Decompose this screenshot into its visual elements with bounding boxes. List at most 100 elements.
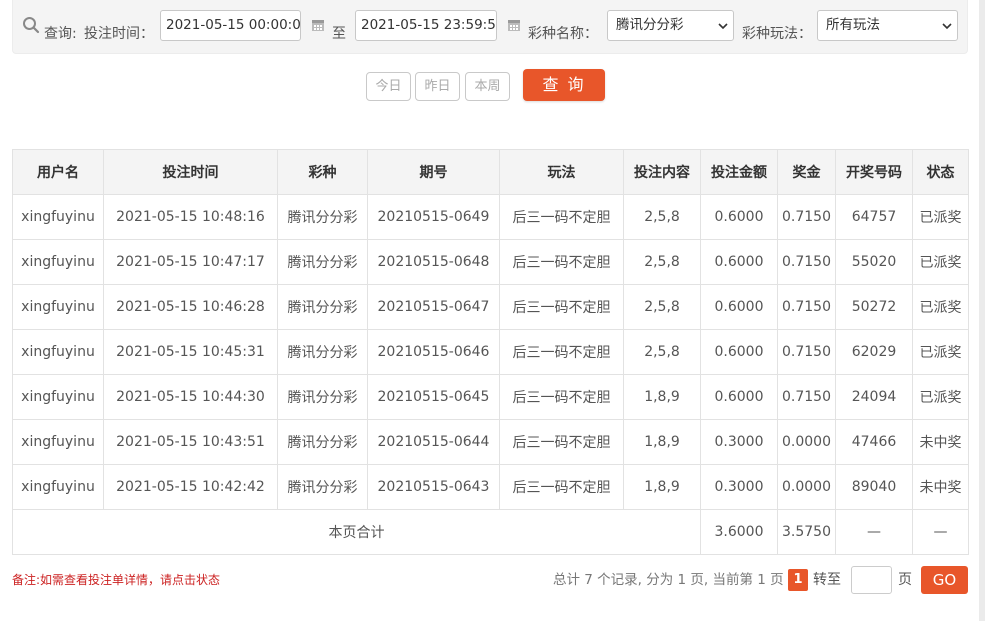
bet-time-label: 投注时间：	[84, 26, 154, 42]
this-week-button[interactable]: 本周	[465, 72, 510, 101]
content-cell: 1,8,9	[623, 419, 701, 465]
header-status: 状态	[912, 149, 969, 195]
page-unit-label: 页	[898, 572, 912, 588]
draw-number-cell: 50272	[835, 284, 913, 330]
summary-row: 本页合计 3.6000 3.5750 — —	[12, 509, 969, 555]
goto-page-input[interactable]	[851, 566, 892, 594]
status-cell[interactable]: 已派奖	[912, 239, 969, 285]
content-cell: 2,5,8	[623, 284, 701, 330]
lottery-cell: 腾讯分分彩	[277, 284, 368, 330]
play-cell: 后三一码不定胆	[499, 329, 624, 375]
draw-number-cell: 64757	[835, 194, 913, 240]
bet-time-cell: 2021-05-15 10:45:31	[103, 329, 278, 375]
bet-records-table: 用户名 投注时间 彩种 期号 玩法 投注内容 投注金额 奖金 开奖号码 状态 x…	[12, 149, 969, 555]
header-play: 玩法	[499, 149, 624, 195]
content-cell: 1,8,9	[623, 464, 701, 510]
prize-cell: 0.7150	[777, 374, 836, 420]
amount-cell: 0.3000	[700, 419, 778, 465]
lottery-cell: 腾讯分分彩	[277, 374, 368, 420]
prize-cell: 0.7150	[777, 239, 836, 285]
goto-label: 转至	[813, 572, 841, 588]
draw-number-cell: 47466	[835, 419, 913, 465]
table-row: xingfuyinu 2021-05-15 10:46:28 腾讯分分彩 202105…	[12, 284, 969, 330]
play-cell: 后三一码不定胆	[499, 419, 624, 465]
summary-status: —	[912, 509, 969, 555]
yesterday-button[interactable]: 昨日	[415, 72, 460, 101]
play-cell: 后三一码不定胆	[499, 464, 624, 510]
bet-time-cell: 2021-05-15 10:42:42	[103, 464, 278, 510]
prize-cell: 0.0000	[777, 419, 836, 465]
content-cell: 2,5,8	[623, 194, 701, 240]
end-time-input[interactable]: 2021-05-15 23:59:59	[355, 10, 497, 41]
current-page-button[interactable]: 1	[788, 569, 808, 591]
search-icon	[23, 17, 40, 34]
bet-time-cell: 2021-05-15 10:43:51	[103, 419, 278, 465]
page-scroll-edge	[979, 0, 985, 621]
header-lottery: 彩种	[277, 149, 368, 195]
amount-cell: 0.6000	[700, 329, 778, 375]
play-cell: 后三一码不定胆	[499, 239, 624, 285]
table-row: xingfuyinu 2021-05-15 10:43:51 腾讯分分彩 202105…	[12, 419, 969, 465]
lottery-select[interactable]: 腾讯分分彩	[607, 10, 734, 41]
draw-number-cell: 62029	[835, 329, 913, 375]
status-cell[interactable]: 已派奖	[912, 194, 969, 240]
to-label: 至	[332, 26, 346, 42]
go-button[interactable]: GO	[921, 566, 968, 594]
header-username: 用户名	[12, 149, 104, 195]
header-period: 期号	[367, 149, 500, 195]
table-header-row: 用户名 投注时间 彩种 期号 玩法 投注内容 投注金额 奖金 开奖号码 状态	[12, 149, 969, 195]
lottery-name-label: 彩种名称：	[528, 26, 598, 42]
prize-cell: 0.0000	[777, 464, 836, 510]
content-cell: 2,5,8	[623, 329, 701, 375]
period-cell: 20210515-0646	[367, 329, 500, 375]
summary-prize: 3.5750	[777, 509, 836, 555]
query-button[interactable]: 查 询	[523, 69, 605, 101]
content-cell: 2,5,8	[623, 239, 701, 285]
prize-cell: 0.7150	[777, 194, 836, 240]
play-cell: 后三一码不定胆	[499, 374, 624, 420]
table-row: xingfuyinu 2021-05-15 10:47:17 腾讯分分彩 202105…	[12, 239, 969, 285]
period-cell: 20210515-0649	[367, 194, 500, 240]
bet-time-cell: 2021-05-15 10:48:16	[103, 194, 278, 240]
calendar-icon[interactable]	[507, 18, 521, 32]
table-row: xingfuyinu 2021-05-15 10:44:30 腾讯分分彩 202105…	[12, 374, 969, 420]
table-row: xingfuyinu 2021-05-15 10:48:16 腾讯分分彩 202105…	[12, 194, 969, 240]
username-cell: xingfuyinu	[12, 284, 104, 330]
username-cell: xingfuyinu	[12, 194, 104, 240]
status-cell[interactable]: 已派奖	[912, 284, 969, 330]
period-cell: 20210515-0645	[367, 374, 500, 420]
lottery-cell: 腾讯分分彩	[277, 464, 368, 510]
header-prize: 奖金	[777, 149, 836, 195]
status-cell[interactable]: 未中奖	[912, 464, 969, 510]
table-row: xingfuyinu 2021-05-15 10:45:31 腾讯分分彩 202105…	[12, 329, 969, 375]
query-label: 查询:	[44, 26, 77, 42]
amount-cell: 0.6000	[700, 284, 778, 330]
header-draw-number: 开奖号码	[835, 149, 913, 195]
start-time-input[interactable]: 2021-05-15 00:00:00	[160, 10, 301, 41]
lottery-cell: 腾讯分分彩	[277, 239, 368, 285]
footer-note: 备注:如需查看投注单详情，请点击状态	[12, 573, 221, 587]
amount-cell: 0.6000	[700, 194, 778, 240]
bet-time-cell: 2021-05-15 10:47:17	[103, 239, 278, 285]
summary-amount: 3.6000	[700, 509, 778, 555]
play-label: 彩种玩法：	[742, 26, 812, 42]
status-cell[interactable]: 未中奖	[912, 419, 969, 465]
summary-label: 本页合计	[12, 509, 701, 555]
content-cell: 1,8,9	[623, 374, 701, 420]
username-cell: xingfuyinu	[12, 464, 104, 510]
username-cell: xingfuyinu	[12, 329, 104, 375]
draw-number-cell: 55020	[835, 239, 913, 285]
period-cell: 20210515-0643	[367, 464, 500, 510]
lottery-cell: 腾讯分分彩	[277, 329, 368, 375]
username-cell: xingfuyinu	[12, 419, 104, 465]
play-cell: 后三一码不定胆	[499, 284, 624, 330]
today-button[interactable]: 今日	[366, 72, 411, 101]
amount-cell: 0.3000	[700, 464, 778, 510]
header-bet-time: 投注时间	[103, 149, 278, 195]
bet-time-cell: 2021-05-15 10:44:30	[103, 374, 278, 420]
play-select[interactable]: 所有玩法	[817, 10, 958, 41]
bet-time-cell: 2021-05-15 10:46:28	[103, 284, 278, 330]
status-cell[interactable]: 已派奖	[912, 374, 969, 420]
status-cell[interactable]: 已派奖	[912, 329, 969, 375]
calendar-icon[interactable]	[311, 18, 325, 32]
